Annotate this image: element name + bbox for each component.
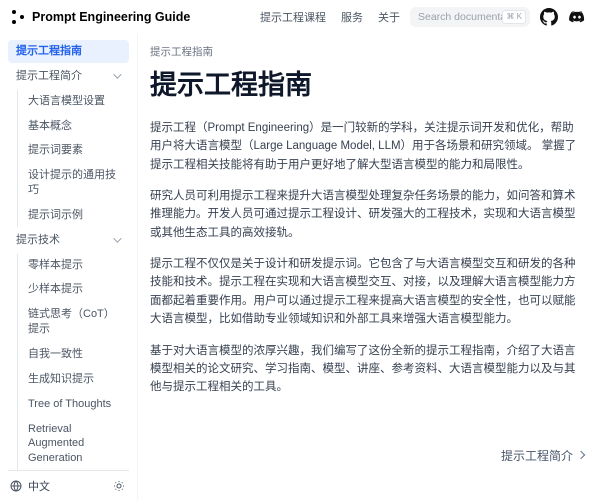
top-navbar: Prompt Engineering Guide 提示工程课程服务关于 Sear… <box>0 0 600 34</box>
logo-dots-icon <box>12 9 25 25</box>
globe-icon <box>10 480 22 492</box>
sidebar-nested-group: 大语言模型设置基本概念提示词要素设计提示的通用技巧提示词示例 <box>17 90 129 227</box>
paragraph: 提示工程不仅仅是关于设计和研发提示词。它包含了与大语言模型交互和研发的各种技能和… <box>150 255 584 329</box>
search-input[interactable]: Search documentation... ⌘ K <box>410 7 530 27</box>
sidebar-item[interactable]: 提示词示例 <box>18 204 129 227</box>
header-nav-link[interactable]: 关于 <box>378 9 400 25</box>
sidebar-item-label: 提示技术 <box>16 233 60 248</box>
sidebar-item[interactable]: 提示技术 <box>8 229 129 252</box>
github-icon[interactable] <box>540 8 558 26</box>
discord-icon[interactable] <box>568 8 586 26</box>
sidebar-item[interactable]: Tree of Thoughts <box>18 393 129 416</box>
sidebar-item-label: 少样本提示 <box>28 283 83 295</box>
breadcrumb: 提示工程指南 <box>150 44 584 59</box>
sidebar-item[interactable]: 大语言模型设置 <box>18 90 129 113</box>
paragraph: 提示工程（Prompt Engineering）是一门较新的学科，关注提示词开发… <box>150 119 584 174</box>
language-selector[interactable]: 中文 <box>8 478 50 494</box>
sidebar-item-label: 自我一致性 <box>28 348 83 360</box>
sidebar-item[interactable]: Retrieval Augmented Generation <box>18 418 129 471</box>
sun-icon <box>113 480 125 492</box>
sidebar-item[interactable]: 提示词要素 <box>18 139 129 162</box>
chevron-down-icon <box>113 71 121 79</box>
search-placeholder: Search documentation... <box>418 11 502 23</box>
site-title: Prompt Engineering Guide <box>32 10 190 24</box>
sidebar-item[interactable]: 提示工程简介 <box>8 65 129 88</box>
site-logo[interactable]: Prompt Engineering Guide <box>12 9 190 25</box>
paragraph: 基于对大语言模型的浓厚兴趣，我们编写了这份全新的提示工程指南，介绍了大语言模型相… <box>150 342 584 397</box>
header-nav-link[interactable]: 提示工程课程 <box>260 9 326 25</box>
sidebar-item[interactable]: 自我一致性 <box>18 343 129 366</box>
search-shortcut-kbd: ⌘ K <box>502 10 526 24</box>
language-label: 中文 <box>28 478 50 494</box>
page-title: 提示工程指南 <box>150 69 584 103</box>
sidebar-item[interactable]: 生成知识提示 <box>18 368 129 391</box>
sidebar-item-label: 基本概念 <box>28 120 72 132</box>
sidebar-item-label: Tree of Thoughts <box>28 398 111 410</box>
sidebar-nav: 提示工程指南提示工程简介大语言模型设置基本概念提示词要素设计提示的通用技巧提示词… <box>0 34 137 470</box>
sidebar-footer: 中文 <box>8 470 129 500</box>
sidebar-item-label: 提示词示例 <box>28 209 83 221</box>
theme-toggle[interactable] <box>113 480 129 492</box>
sidebar-item-label: 大语言模型设置 <box>28 95 105 107</box>
header-nav-links: 提示工程课程服务关于 <box>260 9 400 25</box>
sidebar-nested-group: 零样本提示少样本提示链式思考（CoT）提示自我一致性生成知识提示 Tree of … <box>17 254 129 470</box>
sidebar-item-label: 生成知识提示 <box>28 373 94 385</box>
sidebar-item-label: 设计提示的通用技巧 <box>28 169 116 196</box>
sidebar-item[interactable]: 设计提示的通用技巧 <box>18 164 129 202</box>
paragraph: 研究人员可利用提示工程来提升大语言模型处理复杂任务场景的能力，如问答和算术推理能… <box>150 187 584 242</box>
chevron-right-icon <box>577 451 585 459</box>
sidebar-item[interactable]: 基本概念 <box>18 115 129 138</box>
sidebar-item[interactable]: 提示工程指南 <box>8 40 129 63</box>
main-content: 提示工程指南 提示工程指南 提示工程（Prompt Engineering）是一… <box>138 34 600 500</box>
sidebar-item[interactable]: 少样本提示 <box>18 278 129 301</box>
article-body: 提示工程（Prompt Engineering）是一门较新的学科，关注提示词开发… <box>150 119 584 397</box>
sidebar-item[interactable]: 链式思考（CoT）提示 <box>18 303 129 341</box>
chevron-down-icon <box>113 235 121 243</box>
next-page-link[interactable]: 提示工程简介 <box>150 447 584 464</box>
sidebar-item[interactable]: 零样本提示 <box>18 254 129 277</box>
sidebar: 提示工程指南提示工程简介大语言模型设置基本概念提示词要素设计提示的通用技巧提示词… <box>0 34 138 500</box>
header-nav-link[interactable]: 服务 <box>341 9 363 25</box>
sidebar-item-label: 提示词要素 <box>28 144 83 156</box>
sidebar-item-label: Retrieval Augmented Generation <box>28 423 84 465</box>
next-page-label: 提示工程简介 <box>501 447 573 464</box>
sidebar-item-label: 链式思考（CoT）提示 <box>28 308 115 335</box>
sidebar-item-label: 零样本提示 <box>28 259 83 271</box>
sidebar-item-label: 提示工程指南 <box>16 45 82 57</box>
sidebar-item-label: 提示工程简介 <box>16 69 82 84</box>
